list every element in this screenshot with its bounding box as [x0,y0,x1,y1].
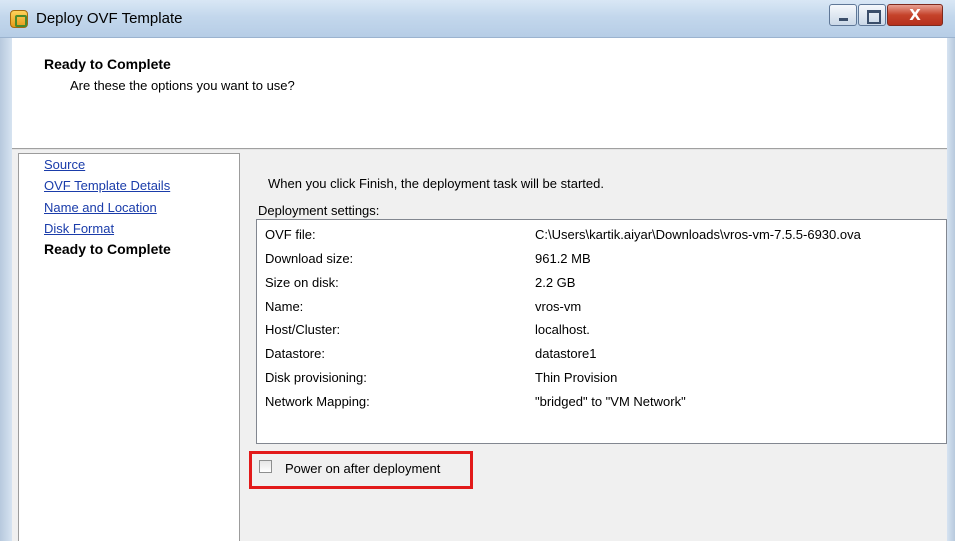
settings-key: Size on disk: [265,275,339,290]
vsphere-app-icon [10,10,28,28]
settings-value: C:\Users\kartik.aiyar\Downloads\vros-vm-… [535,227,861,242]
settings-value: "bridged" to "VM Network" [535,394,686,409]
settings-key: OVF file: [265,227,316,242]
intro-text: When you click Finish, the deployment ta… [268,176,604,191]
settings-value: localhost. [535,322,590,337]
close-button[interactable] [887,4,943,26]
settings-key: Network Mapping: [265,394,370,409]
page-title: Ready to Complete [44,56,171,72]
settings-row: Size on disk: 2.2 GB [265,275,945,295]
settings-value: 2.2 GB [535,275,576,290]
settings-key: Download size: [265,251,354,266]
power-on-label[interactable]: Power on after deployment [285,461,440,476]
settings-row: Datastore: datastore1 [265,346,945,366]
settings-label: Deployment settings: [258,203,380,218]
settings-key: Name: [265,299,304,314]
minimize-button[interactable] [829,4,857,26]
nav-step-ovf-template-details[interactable]: OVF Template Details [44,178,170,193]
settings-key: Datastore: [265,346,325,361]
settings-value: datastore1 [535,346,597,361]
settings-value: 961.2 MB [535,251,591,266]
wizard-header: Ready to Complete Are these the options … [12,38,947,148]
settings-row: Host/Cluster: localhost. [265,322,945,342]
maximize-button[interactable] [858,4,886,26]
settings-key: Disk provisioning: [265,370,367,385]
deployment-settings-list: OVF file: C:\Users\kartik.aiyar\Download… [256,219,947,444]
settings-row: Download size: 961.2 MB [265,251,945,271]
window-frame-left [0,38,12,541]
settings-value: vros-vm [535,299,582,314]
power-on-checkbox[interactable] [259,460,272,473]
window-frame-right [947,38,955,541]
nav-step-source[interactable]: Source [44,157,85,172]
window-title: Deploy OVF Template [36,10,183,27]
title-bar: Deploy OVF Template [0,0,955,38]
nav-step-name-and-location[interactable]: Name and Location [44,200,157,215]
nav-step-disk-format[interactable]: Disk Format [44,221,114,236]
settings-value: Thin Provision [535,370,618,385]
settings-key: Host/Cluster: [265,322,341,337]
settings-row: Name: vros-vm [265,299,945,319]
page-subtitle: Are these the options you want to use? [70,78,295,93]
settings-row: OVF file: C:\Users\kartik.aiyar\Download… [265,227,945,247]
settings-row: Disk provisioning: Thin Provision [265,370,945,390]
settings-row: Network Mapping: "bridged" to "VM Networ… [265,394,945,414]
nav-step-ready-to-complete: Ready to Complete [44,241,171,257]
